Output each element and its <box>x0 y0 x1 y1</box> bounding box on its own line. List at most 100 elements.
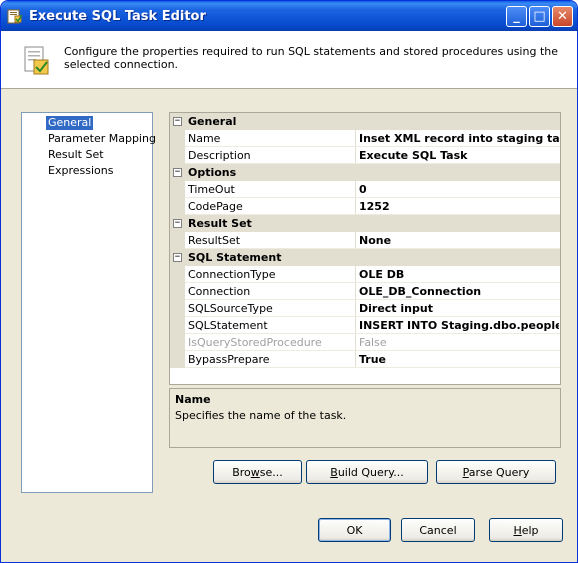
property-value[interactable]: Direct input <box>359 302 559 315</box>
property-value[interactable]: None <box>359 234 559 247</box>
nav-item-parameter-mapping[interactable]: Parameter Mapping <box>46 132 158 146</box>
property-value[interactable]: OLE_DB_Connection <box>359 285 559 298</box>
build-query-button[interactable]: Build Query... <box>306 460 428 484</box>
property-name: Description <box>188 149 251 162</box>
button-label: Help <box>513 523 539 537</box>
category-general[interactable]: − General <box>170 113 560 130</box>
property-name: CodePage <box>188 200 243 213</box>
column-divider <box>355 351 356 368</box>
column-divider <box>355 334 356 351</box>
column-divider <box>355 181 356 198</box>
property-value[interactable]: OLE DB <box>359 268 559 281</box>
row-gutter <box>170 317 185 334</box>
category-label: Result Set <box>188 217 252 230</box>
description-text: Specifies the name of the task. <box>175 409 347 422</box>
description-title: Name <box>175 393 211 406</box>
sql-task-icon <box>7 9 23 24</box>
property-name: ResultSet <box>188 234 241 247</box>
property-name: ConnectionType <box>188 268 276 281</box>
column-divider <box>355 283 356 300</box>
category-label: Options <box>188 166 237 179</box>
collapse-icon[interactable]: − <box>173 117 182 126</box>
task-document-icon <box>24 46 49 75</box>
property-name: SQLStatement <box>188 319 268 332</box>
maximize-button[interactable]: □ <box>529 6 550 27</box>
window-title: Execute SQL Task Editor <box>29 9 206 24</box>
property-row-sqlsourcetype[interactable]: SQLSourceType Direct input <box>170 300 560 317</box>
collapse-icon[interactable]: − <box>173 253 182 262</box>
column-divider <box>355 147 356 164</box>
category-options[interactable]: − Options <box>170 164 560 181</box>
button-label: Parse Query <box>462 465 530 479</box>
close-icon: ✕ <box>557 9 568 24</box>
button-label: Build Query... <box>330 465 404 479</box>
cancel-button[interactable]: Cancel <box>401 518 475 542</box>
property-value[interactable]: True <box>359 353 559 366</box>
row-gutter <box>170 147 185 164</box>
nav-item-general[interactable]: General <box>46 116 94 130</box>
row-gutter <box>170 130 185 147</box>
row-divider <box>185 367 560 368</box>
property-name: BypassPrepare <box>188 353 270 366</box>
row-gutter <box>170 351 185 368</box>
column-divider <box>355 317 356 334</box>
row-gutter <box>170 300 185 317</box>
property-value[interactable]: INSERT INTO Staging.dbo.people_xml <box>359 319 559 332</box>
property-row-name[interactable]: Name Inset XML record into staging table <box>170 130 560 147</box>
property-row-sqlstatement[interactable]: SQLStatement INSERT INTO Staging.dbo.peo… <box>170 317 560 334</box>
page-list: General Parameter Mapping Result Set Exp… <box>21 112 156 493</box>
property-grid: − General Name Inset XML record into sta… <box>169 112 561 385</box>
property-value[interactable]: Execute SQL Task <box>359 149 559 162</box>
property-row-connection[interactable]: Connection OLE_DB_Connection <box>170 283 560 300</box>
property-row-timeout[interactable]: TimeOut 0 <box>170 181 560 198</box>
property-row-resultset[interactable]: ResultSet None <box>170 232 560 249</box>
collapse-icon[interactable]: − <box>173 219 182 228</box>
column-divider <box>355 300 356 317</box>
row-gutter <box>170 181 185 198</box>
property-description-pane: Name Specifies the name of the task. <box>169 388 561 448</box>
nav-item-result-set[interactable]: Result Set <box>46 148 106 162</box>
help-button[interactable]: Help <box>489 518 563 542</box>
button-label: Browse... <box>232 465 283 479</box>
execute-sql-task-editor-window: Execute SQL Task Editor _ □ ✕ Configure … <box>0 0 578 563</box>
category-label: General <box>188 115 237 128</box>
row-gutter <box>170 283 185 300</box>
column-divider <box>355 266 356 283</box>
property-row-codepage[interactable]: CodePage 1252 <box>170 198 560 215</box>
column-divider <box>355 130 356 147</box>
maximize-icon: □ <box>533 9 546 24</box>
row-gutter <box>170 334 185 351</box>
property-value[interactable]: Inset XML record into staging table <box>359 132 559 145</box>
property-name: TimeOut <box>188 183 235 196</box>
column-divider <box>355 198 356 215</box>
property-row-description[interactable]: Description Execute SQL Task <box>170 147 560 164</box>
column-divider <box>355 232 356 249</box>
title-bar[interactable]: Execute SQL Task Editor _ □ ✕ <box>1 1 577 31</box>
dialog-header: Configure the properties required to run… <box>1 31 577 89</box>
category-label: SQL Statement <box>188 251 282 264</box>
row-gutter <box>170 266 185 283</box>
property-name: SQLSourceType <box>188 302 273 315</box>
property-name: IsQueryStoredProcedure <box>188 336 322 349</box>
property-row-isquerystoredprocedure[interactable]: IsQueryStoredProcedure False <box>170 334 560 351</box>
category-sql-statement[interactable]: − SQL Statement <box>170 249 560 266</box>
property-name: Name <box>188 132 221 145</box>
row-gutter <box>170 198 185 215</box>
property-row-connectiontype[interactable]: ConnectionType OLE DB <box>170 266 560 283</box>
close-button[interactable]: ✕ <box>552 6 573 27</box>
parse-query-button[interactable]: Parse Query <box>436 460 556 484</box>
header-description: Configure the properties required to run… <box>64 45 558 71</box>
property-value: False <box>359 336 387 349</box>
ok-button[interactable]: OK <box>318 518 391 542</box>
minimize-button[interactable]: _ <box>506 6 527 27</box>
property-row-bypassprepare[interactable]: BypassPrepare True <box>170 351 560 368</box>
browse-button[interactable]: Browse... <box>213 460 302 484</box>
collapse-icon[interactable]: − <box>173 168 182 177</box>
property-value[interactable]: 0 <box>359 183 559 196</box>
nav-item-expressions[interactable]: Expressions <box>46 164 115 178</box>
minimize-icon: _ <box>513 9 520 24</box>
property-value[interactable]: 1252 <box>359 200 559 213</box>
button-label: Cancel <box>419 523 457 537</box>
category-result-set[interactable]: − Result Set <box>170 215 560 232</box>
button-label: OK <box>346 523 363 537</box>
